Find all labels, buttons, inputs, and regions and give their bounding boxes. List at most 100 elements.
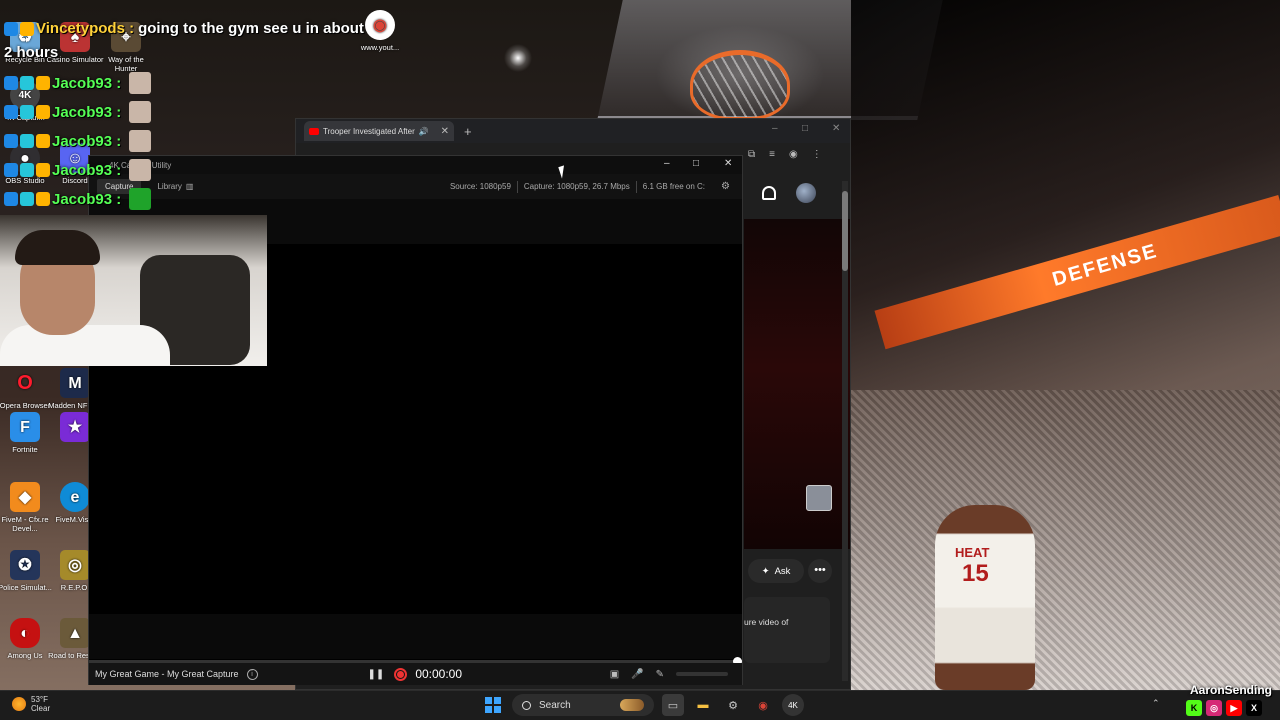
cast-icon[interactable]: ⧉: [748, 149, 755, 160]
more-options-button[interactable]: •••: [808, 559, 832, 583]
free-space-text: 6.1 GB free on C:: [642, 182, 706, 191]
browser-minimize-button[interactable]: –: [772, 123, 778, 134]
notifications-bell-icon[interactable]: [762, 186, 776, 200]
screenshot-icon[interactable]: ▣: [610, 669, 619, 680]
weather-sun-icon: [12, 697, 26, 711]
menu-icon[interactable]: ⋮: [812, 149, 822, 160]
search-highlight-icon: [620, 699, 644, 711]
road-icon: ▲: [60, 618, 90, 648]
browser-maximize-button[interactable]: □: [802, 123, 808, 134]
youtube-icon: ▶: [1226, 700, 1242, 716]
capture-lower-panel: [89, 614, 742, 659]
settings-icon[interactable]: ⚙: [722, 694, 744, 716]
chrome-icon[interactable]: ◉: [752, 694, 774, 716]
repo-icon: ◎: [60, 550, 90, 580]
stream-length-line: 2 hours: [4, 44, 58, 61]
badge-icon: [4, 105, 18, 119]
browser-scrollbar[interactable]: [842, 181, 848, 681]
mic-muted-icon[interactable]: 🎤: [631, 669, 643, 680]
social-icons: K ◎ ▶ X: [1186, 700, 1262, 716]
badge-icon: [20, 163, 34, 177]
capture-maximize-button[interactable]: □: [693, 158, 699, 169]
search-icon: [522, 700, 531, 710]
game-icon: ★: [60, 412, 90, 442]
badge-icon: [36, 76, 50, 90]
youtube-header-icons: [762, 183, 816, 203]
capture-status-text: Capture: 1080p59, 26.7 Mbps: [523, 182, 630, 191]
emote-icon: [129, 159, 152, 181]
wallpaper-crowd: [851, 390, 1280, 690]
record-icon: [397, 670, 405, 678]
badge-icon: [20, 134, 34, 148]
capture-minimize-button[interactable]: –: [664, 158, 670, 169]
browser-close-button[interactable]: ✕: [832, 123, 840, 134]
mic-off-icon[interactable]: ✎: [656, 669, 664, 680]
game-label[interactable]: My Great Game - My Great Capture: [95, 669, 239, 679]
ask-button[interactable]: ✦ Ask: [748, 559, 804, 583]
streamer-handle: AaronSending: [1190, 683, 1273, 697]
chat-message: Jacob93 :: [4, 72, 152, 94]
source-status: Source: 1080p59: [449, 182, 511, 191]
chat-message: Jacob93 :: [4, 130, 152, 152]
weather-condition: Clear: [31, 704, 51, 713]
recording-timer: 00:00:00: [415, 667, 463, 681]
webcam-shirt: [0, 325, 170, 366]
badge-icon: [4, 134, 18, 148]
settings-gear-icon[interactable]: ⚙: [721, 181, 730, 192]
taskbar-search[interactable]: Search: [512, 694, 654, 716]
weather-widget[interactable]: 53°F Clear: [12, 695, 50, 713]
stream-length: 2 hours: [4, 44, 59, 61]
ask-label: Ask: [774, 565, 791, 577]
chat-username: Jacob93 :: [52, 190, 122, 208]
playlist-icon[interactable]: ≡: [769, 149, 775, 160]
profile-icon[interactable]: ◉: [789, 149, 798, 160]
info-icon[interactable]: i: [246, 668, 258, 680]
pause-button[interactable]: ❚❚: [368, 669, 385, 680]
scrollbar-thumb[interactable]: [842, 191, 848, 271]
start-button[interactable]: [482, 694, 504, 716]
chat-message: Jacob93 :: [4, 101, 152, 123]
instagram-icon: ◎: [1206, 700, 1222, 716]
record-button[interactable]: [394, 667, 408, 681]
badge-icon: [4, 21, 18, 36]
fortnite-icon: F: [10, 412, 40, 442]
webcam-hair: [15, 230, 100, 265]
emote-icon: [129, 72, 152, 94]
volume-slider[interactable]: [676, 672, 728, 676]
new-tab-button[interactable]: +: [464, 124, 472, 139]
edge-icon: e: [60, 482, 90, 512]
speaker-icon[interactable]: 🔊: [419, 127, 429, 136]
badge-icon: [36, 192, 50, 206]
capture-status: Source: 1080p59 Capture: 1080p59, 26.7 M…: [449, 180, 742, 193]
badge-icon: [20, 76, 34, 90]
avatar[interactable]: [796, 183, 816, 203]
wallpaper-hoop: [690, 50, 790, 120]
channel-badge-icon[interactable]: [806, 485, 832, 511]
temperature: 53°F: [31, 695, 48, 704]
tab-close-icon[interactable]: ✕: [441, 126, 449, 137]
chat-message: Jacob93 :: [4, 159, 152, 181]
taskbar-center: Search ▭ ▬ ⚙ ◉ 4K: [482, 694, 804, 716]
wallpaper-player: [935, 505, 1035, 690]
badge-icon: [36, 105, 50, 119]
divider: [635, 180, 637, 193]
madden-icon: M: [60, 368, 90, 398]
chat-overlay: Vincetypods : going to the gym see u in …: [4, 0, 384, 220]
video-sidebar-thumbnail[interactable]: [744, 219, 850, 549]
badge-icon: [4, 76, 18, 90]
badge-icon: [20, 105, 34, 119]
tray-chevron-icon[interactable]: ⌃: [1152, 698, 1160, 709]
chat-message: Vincetypods : going to the gym see u in …: [4, 20, 364, 37]
file-explorer-icon[interactable]: ▬: [692, 694, 714, 716]
opera-icon: O: [17, 371, 33, 394]
description-box[interactable]: ure video of: [744, 597, 830, 663]
badge-icon: [4, 192, 18, 206]
4k-capture-taskbar-icon[interactable]: 4K: [782, 694, 804, 716]
task-view-icon[interactable]: ▭: [662, 694, 684, 716]
chat-username: Jacob93 :: [52, 74, 122, 92]
kick-icon: K: [1186, 700, 1202, 716]
badge-icon: [20, 21, 34, 36]
capture-close-button[interactable]: ✕: [724, 158, 732, 169]
badge-icon: [36, 134, 50, 148]
divider: [516, 180, 518, 193]
